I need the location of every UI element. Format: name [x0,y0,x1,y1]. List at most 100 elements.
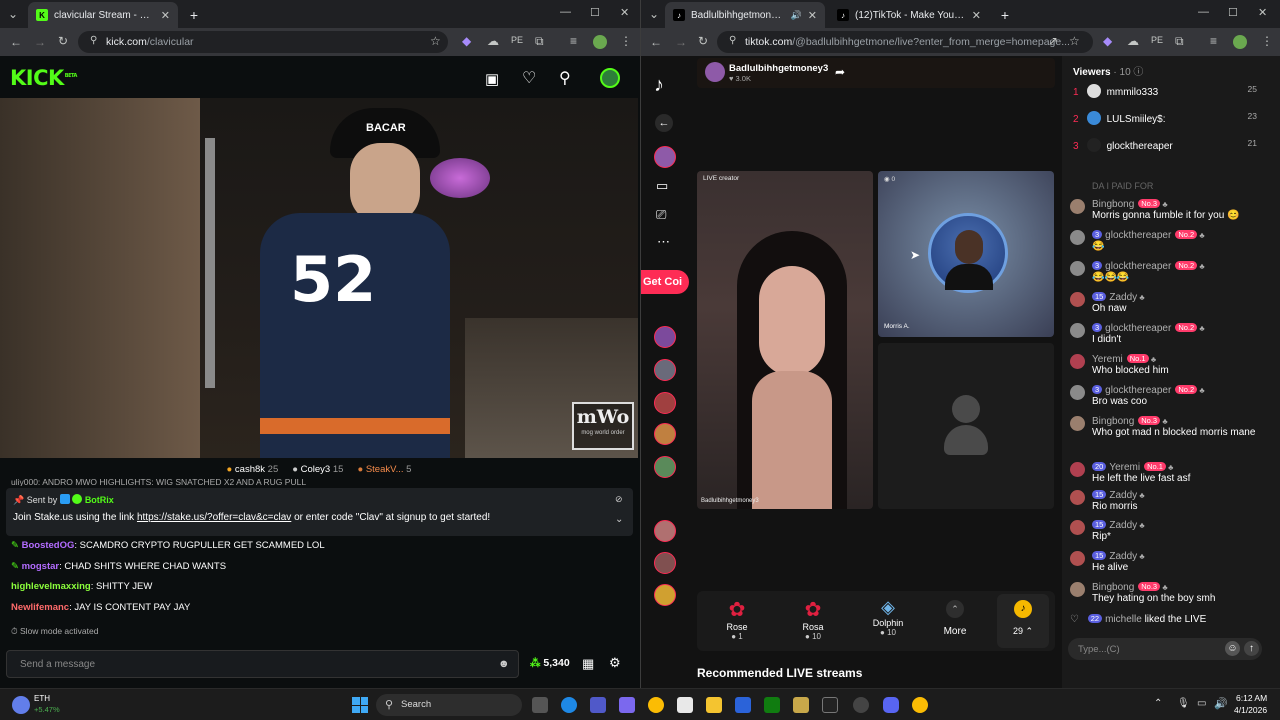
epic-games-icon[interactable] [822,697,838,713]
chat-settings-gear-icon[interactable]: ⚙ [609,655,621,671]
back-icon[interactable]: ← [10,36,22,48]
commenter-name[interactable]: glockthereaper [1105,323,1171,334]
gift-dolphin[interactable]: ◈ Dolphin ● 10 [864,597,912,637]
get-coins-button[interactable]: Get Coi [641,270,689,294]
leaderboard-entry[interactable]: ● SteakV... 5 [357,464,411,475]
coins-balance[interactable]: ♪ 29 ⌃ [997,594,1049,648]
app-c-icon[interactable] [735,697,751,713]
pinned-link[interactable]: https://stake.us/?offer=clav&c=clav [137,512,291,523]
new-tab-button[interactable]: + [182,2,206,28]
clock-date[interactable]: 4/1/2026 [1234,705,1267,715]
rail-live-avatar[interactable] [654,392,676,414]
tab-search-icon[interactable]: ⌄ [649,8,659,20]
extensions-puzzle-icon[interactable]: ⧉ [1175,35,1184,47]
unpin-icon[interactable]: ⊘ [615,494,623,505]
commenter-avatar[interactable] [1070,582,1085,597]
rail-live-avatar[interactable] [654,584,676,606]
eth-coin-icon[interactable] [12,696,30,714]
rail-live-avatar[interactable] [654,456,676,478]
volume-icon[interactable]: 🔊 [1214,697,1228,710]
commenter-avatar[interactable] [1070,354,1085,369]
network-icon[interactable]: ▭ [1197,698,1206,709]
close-window-icon[interactable]: ✕ [620,6,629,19]
microphone-icon[interactable]: 🎙 [1177,698,1190,709]
gift-rose[interactable]: ✿ Rose ● 1 [713,597,761,641]
windows-start-icon[interactable] [352,697,368,713]
rail-avatar[interactable] [654,146,676,168]
commenter-name[interactable]: glockthereaper [1105,261,1171,272]
commenter-avatar[interactable] [1070,323,1085,338]
site-info-icon[interactable]: ⚲ [729,36,736,46]
commenter-name[interactable]: Zaddy [1109,292,1137,303]
store-icon[interactable] [677,697,693,713]
commenter-avatar[interactable] [1070,292,1085,307]
maximize-icon[interactable]: ☐ [590,6,600,19]
tab-tiktok-live[interactable]: ♪ Badlulbihhgetmoney3 (@b 🔊 ✕ [665,2,825,28]
commenter-name[interactable]: Bingbong [1092,199,1134,210]
commenter-avatar[interactable] [1070,416,1085,431]
commenter-name[interactable]: Yeremi [1092,354,1123,365]
tiktok-logo-icon[interactable]: ♪ [654,74,664,97]
extension-pe-icon[interactable]: PE [1151,36,1163,45]
taskbar-search[interactable]: ⚲ Search [376,694,522,716]
commenter-name[interactable]: Bingbong [1092,582,1134,593]
commenter-avatar[interactable] [1070,551,1085,566]
close-window-icon[interactable]: ✕ [1258,6,1267,19]
discord-icon[interactable] [883,697,899,713]
menu-kebab-icon[interactable]: ⋮ [620,35,632,47]
xbox-icon[interactable] [764,697,780,713]
maximize-icon[interactable]: ☐ [1228,6,1238,19]
tab-kick[interactable]: K clavicular Stream - Watch Live o ✕ [28,2,178,28]
minimize-icon[interactable]: — [1198,6,1209,18]
stream-video-player[interactable]: BACAR 52 mWo mog world order [0,98,638,458]
extension-icon[interactable]: ◆ [1103,35,1112,47]
chat-username[interactable]: BoostedOG [22,540,75,551]
back-icon[interactable]: ← [650,36,662,48]
edge-icon[interactable] [561,697,577,713]
tray-chevron-icon[interactable]: ⌃ [1154,698,1162,709]
rail-live-avatar[interactable] [654,552,676,574]
extension-cloud-icon[interactable]: ☁ [487,35,499,47]
bookmark-star-icon[interactable]: ☆ [1069,35,1080,47]
teams-icon[interactable] [590,697,606,713]
winrar-icon[interactable] [793,697,809,713]
extension-cloud-icon[interactable]: ☁ [1127,35,1139,47]
extension-pe-icon[interactable]: PE [511,36,523,45]
search-icon[interactable]: ⚲ [559,68,571,88]
commenter-avatar[interactable] [1070,520,1085,535]
bookmark-star-icon[interactable]: ☆ [430,35,441,47]
file-explorer-icon[interactable] [706,697,722,713]
live-camera-icon[interactable]: ▭ [656,178,668,194]
commenter-avatar[interactable] [1070,490,1085,505]
commenter-avatar[interactable] [1070,462,1085,477]
top-viewer-row[interactable]: 3 glockthereaper 21 [1073,138,1257,152]
host-avatar[interactable] [705,62,725,82]
share-arrow-icon[interactable]: ➦ [835,65,845,79]
reading-list-icon[interactable]: ≡ [1210,35,1217,47]
profile-avatar[interactable] [1233,35,1247,49]
emoji-icon[interactable]: ☺ [1225,641,1240,656]
open-external-icon[interactable]: ↗ [1048,35,1058,47]
chat-username[interactable]: Newlifemanc [11,602,69,613]
gift-sub-icon[interactable]: ▦ [582,656,594,672]
chat-username[interactable]: mogstar [22,561,59,572]
user-avatar[interactable] [600,68,620,88]
forward-icon[interactable]: → [34,36,46,48]
extensions-puzzle-icon[interactable]: ⧉ [535,35,544,47]
app-icon[interactable] [619,697,635,713]
studio-icon[interactable]: ⎚ [656,207,666,223]
profile-avatar[interactable] [593,35,607,49]
more-dots-icon[interactable]: ⋯ [657,234,670,250]
url-field[interactable]: tiktok.com/@badlulbihhgetmone/live?enter… [717,31,1093,53]
close-tab-icon[interactable]: ✕ [808,9,817,22]
chrome-active-icon[interactable] [912,697,928,713]
commenter-name[interactable]: glockthereaper [1105,230,1171,241]
collapse-arrow-icon[interactable]: ← [655,114,673,132]
commenter-avatar[interactable] [1070,199,1085,214]
gift-rosa[interactable]: ✿ Rosa ● 10 [789,597,837,641]
emote-icon[interactable]: ☻ [498,658,510,670]
send-arrow-icon[interactable]: ↑ [1244,641,1259,656]
gift-more-button[interactable]: ⌃ More [931,600,979,637]
url-field[interactable]: kick.com/clavicular [78,31,448,53]
channel-points[interactable]: ⁂ 5,340 [530,657,570,669]
